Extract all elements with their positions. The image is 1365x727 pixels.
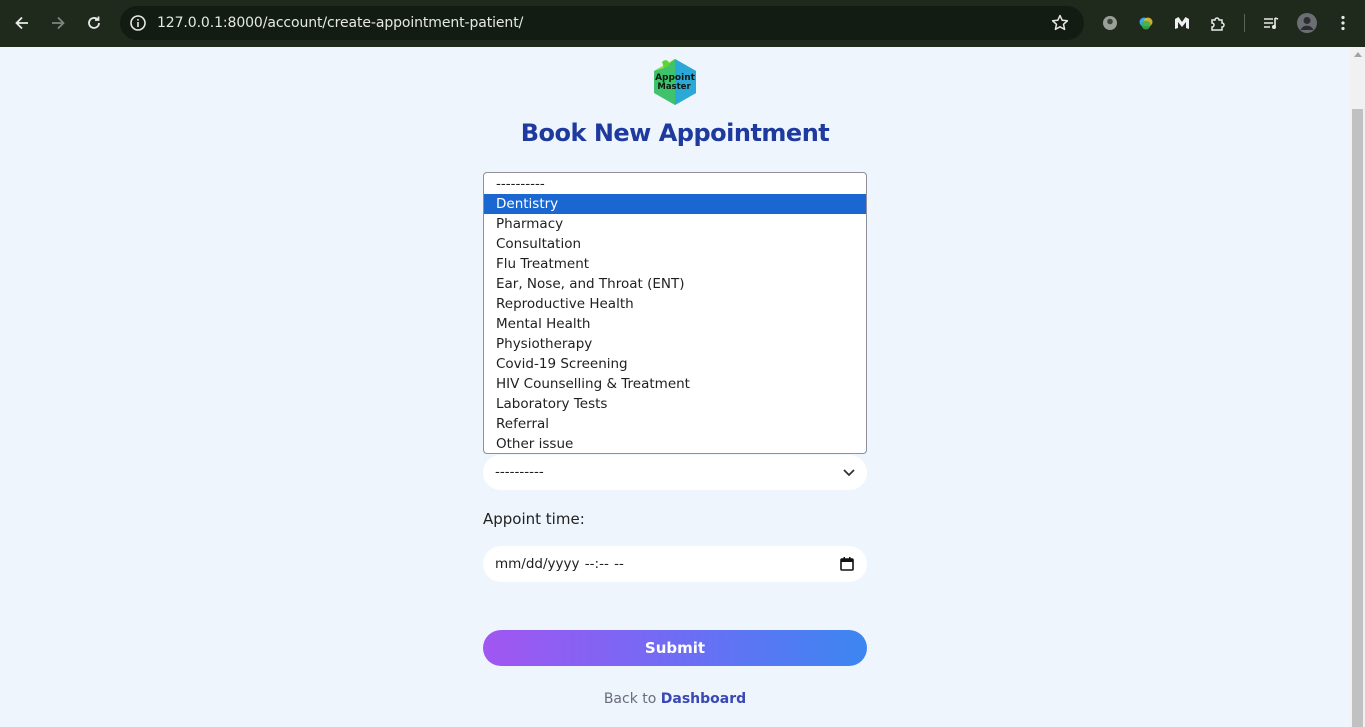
- service-listbox[interactable]: ---------- Dentistry Pharmacy Consultation F…: [483, 172, 867, 454]
- url-text[interactable]: 127.0.0.1:8000/account/create-appointmen…: [157, 15, 523, 31]
- service-option[interactable]: Referral: [484, 414, 866, 434]
- page-scrollbar[interactable]: [1350, 47, 1365, 727]
- page-title: Book New Appointment: [520, 119, 830, 147]
- toolbar-separator: [1244, 14, 1245, 32]
- back-prefix: Back to: [603, 691, 657, 707]
- service-option[interactable]: Covid-19 Screening: [484, 354, 866, 374]
- menu-dots-icon[interactable]: [1332, 12, 1354, 34]
- second-select[interactable]: ----------: [483, 455, 867, 490]
- browser-toolbar: 127.0.0.1:8000/account/create-appointmen…: [0, 0, 1365, 47]
- service-option[interactable]: Mental Health: [484, 314, 866, 334]
- site-info-icon[interactable]: [128, 13, 148, 33]
- second-select-value: ----------: [495, 464, 544, 480]
- chevron-down-icon[interactable]: [841, 464, 857, 480]
- service-option[interactable]: Ear, Nose, and Throat (ENT): [484, 274, 866, 294]
- service-option[interactable]: Consultation: [484, 234, 866, 254]
- calendar-icon[interactable]: [839, 556, 855, 572]
- service-option[interactable]: Laboratory Tests: [484, 394, 866, 414]
- service-option[interactable]: Pharmacy: [484, 214, 866, 234]
- submit-button[interactable]: Submit: [483, 630, 867, 666]
- profile-avatar[interactable]: [1296, 12, 1318, 34]
- service-option[interactable]: Other issue: [484, 434, 866, 453]
- back-arrow-icon[interactable]: [8, 9, 36, 37]
- appoint-time-placeholder[interactable]: mm/dd/yyyy --:-- --: [495, 556, 624, 572]
- media-control-icon[interactable]: [1260, 12, 1282, 34]
- appoint-time-input[interactable]: mm/dd/yyyy --:-- --: [483, 546, 867, 582]
- dashboard-link[interactable]: Dashboard: [661, 691, 746, 707]
- scroll-up-arrow-icon[interactable]: [1354, 52, 1362, 57]
- service-option[interactable]: Reproductive Health: [484, 294, 866, 314]
- service-option[interactable]: ----------: [484, 174, 866, 194]
- service-option[interactable]: Physiotherapy: [484, 334, 866, 354]
- reload-icon[interactable]: [80, 9, 108, 37]
- address-bar[interactable]: 127.0.0.1:8000/account/create-appointmen…: [120, 6, 1084, 40]
- privacy-extension-icon[interactable]: [1099, 12, 1121, 34]
- back-to-dashboard: Back to Dashboard: [0, 691, 1350, 707]
- app-logo: Appoint Master: [652, 58, 698, 106]
- bookmark-star-icon[interactable]: [1050, 13, 1070, 33]
- logo-text-master: Master: [657, 82, 691, 92]
- color-extension-icon[interactable]: [1135, 12, 1157, 34]
- forward-arrow-icon[interactable]: [44, 9, 72, 37]
- malwarebytes-extension-icon[interactable]: [1171, 12, 1193, 34]
- appoint-time-label: Appoint time:: [483, 510, 585, 528]
- scrollbar-thumb[interactable]: [1352, 109, 1363, 727]
- extension-icon[interactable]: [1207, 12, 1229, 34]
- service-option[interactable]: Dentistry: [484, 194, 866, 214]
- service-option[interactable]: HIV Counselling & Treatment: [484, 374, 866, 394]
- service-option[interactable]: Flu Treatment: [484, 254, 866, 274]
